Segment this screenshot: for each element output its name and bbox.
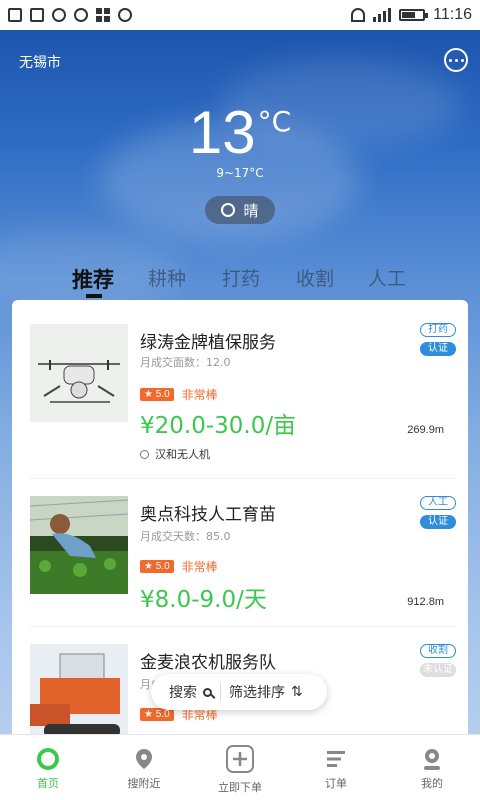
drone-image [30, 324, 128, 422]
calendar-icon [8, 8, 22, 22]
service-stats: 月成交天数：85.0 [140, 530, 231, 543]
list-icon [327, 751, 345, 767]
search-button[interactable]: 搜索 [169, 682, 212, 702]
temperature-range: 9~17°C [216, 166, 264, 180]
seedling-image [30, 496, 128, 594]
chat-dots-icon [448, 58, 452, 62]
wifi-icon [351, 8, 366, 22]
tab-farming[interactable]: 耕种 [148, 264, 186, 291]
category-tag: 收割 [420, 644, 456, 658]
harvester-image [30, 644, 128, 742]
provider-name: 汉和无人机 [155, 448, 210, 461]
tab-spraying[interactable]: 打药 [222, 264, 260, 291]
rating-text: 非常棒 [181, 560, 218, 574]
weather-condition-label: 晴 [243, 201, 259, 220]
category-tag: 人工 [420, 496, 456, 510]
search-icon [203, 687, 212, 697]
nav-profile[interactable]: 我的 [384, 735, 480, 800]
plus-icon [226, 745, 254, 773]
rating-badge: ★ 5.0 [140, 560, 174, 573]
filter-label: 筛选排序 [229, 685, 285, 701]
service-name: 金麦浪农机服务队 [140, 653, 276, 673]
service-name: 绿涛金牌植保服务 [140, 333, 276, 353]
home-icon [37, 748, 59, 770]
location-pin-icon [136, 749, 152, 769]
temperature-value: 13 [188, 99, 256, 166]
user-icon [424, 749, 440, 770]
filter-sort-button[interactable]: 筛选排序 ⇅ [229, 682, 303, 702]
weather-condition: 晴 [205, 196, 275, 224]
price: ¥8.0-9.0/天 [140, 587, 267, 613]
sun-icon [221, 203, 236, 217]
rating-text: 非常棒 [181, 388, 218, 402]
rating-badge: ★ 5.0 [140, 388, 174, 401]
service-stats: 月成交面数：12.0 [140, 356, 231, 369]
temperature: 13°C [0, 98, 480, 167]
rating: ★ 5.0 非常棒 [140, 558, 218, 575]
tab-labor[interactable]: 人工 [368, 264, 406, 291]
distance: 912.8m [407, 596, 444, 608]
provider: 汉和无人机 [140, 446, 210, 462]
verified-tag: 未认证 [420, 663, 456, 677]
search-filter-bar: 搜索 筛选排序 ⇅ [151, 674, 327, 710]
apps-icon [96, 8, 110, 22]
bottom-nav: 首页 搜附近 立即下单 订单 我的 [0, 734, 480, 800]
temperature-unit: °C [257, 105, 292, 138]
tab-recommend[interactable]: 推荐 [72, 264, 114, 294]
more-icon [118, 8, 132, 22]
nav-orders[interactable]: 订单 [288, 735, 384, 800]
price: ¥20.0-30.0/亩 [140, 413, 297, 439]
verified-tag: 认证 [420, 515, 456, 529]
city-selector[interactable]: 无锡市 [19, 52, 61, 72]
search-label: 搜索 [169, 685, 197, 701]
message-button[interactable] [444, 48, 468, 72]
service-name: 奥点科技人工育苗 [140, 505, 276, 525]
separator [220, 683, 221, 701]
list-item[interactable]: 绿涛金牌植保服务 月成交面数：12.0 ★ 5.0 非常棒 ¥20.0-30.0… [12, 300, 468, 476]
nav-nearby-label: 搜附近 [127, 777, 161, 790]
nav-home-label: 首页 [37, 777, 59, 790]
nav-profile-label: 我的 [421, 777, 443, 790]
signal-icon [373, 8, 392, 22]
status-time: 11:16 [433, 6, 472, 23]
nav-nearby[interactable]: 搜附近 [96, 735, 192, 800]
rating: ★ 5.0 非常棒 [140, 386, 218, 403]
tab-indicator [86, 294, 102, 298]
image-icon [30, 8, 44, 22]
distance: 269.9m [407, 424, 444, 436]
nav-order-now-label: 立即下单 [218, 781, 262, 794]
globe-icon [74, 8, 88, 22]
gear-icon [140, 449, 149, 459]
category-tabs: 推荐 耕种 打药 收割 人工 [0, 258, 480, 298]
nav-home[interactable]: 首页 [0, 735, 96, 800]
sort-icon: ⇅ [291, 684, 303, 700]
status-bar: 11:16 [0, 0, 480, 30]
nav-orders-label: 订单 [325, 777, 347, 790]
category-tag: 打药 [420, 323, 456, 337]
tab-harvest[interactable]: 收割 [296, 264, 334, 291]
nav-order-now[interactable]: 立即下单 [192, 735, 288, 800]
battery-icon [399, 9, 429, 21]
shield-icon [52, 8, 66, 22]
verified-tag: 认证 [420, 342, 456, 356]
